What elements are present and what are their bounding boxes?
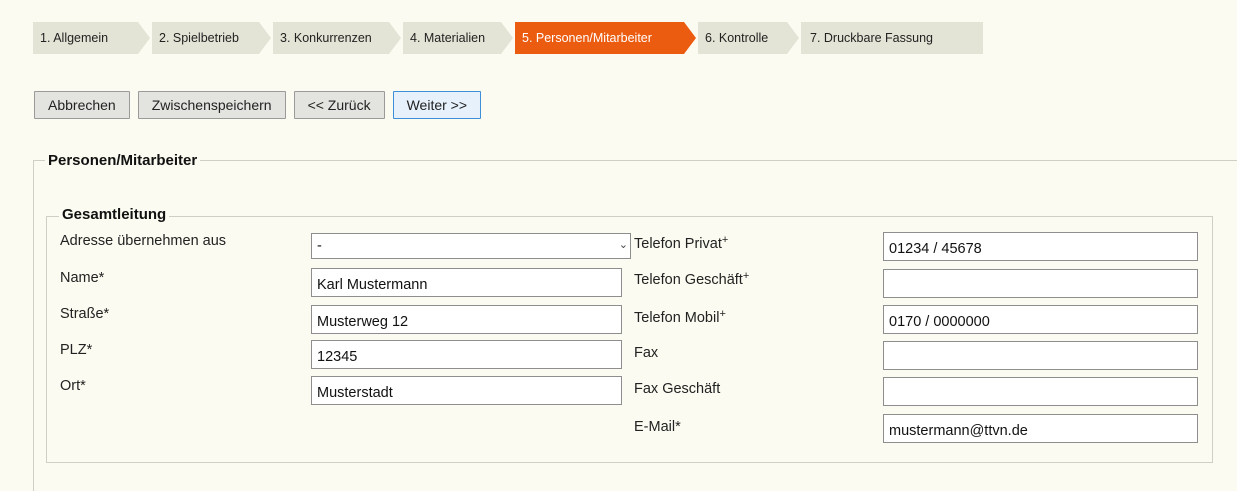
save-draft-button[interactable]: Zwischenspeichern xyxy=(137,91,286,119)
chevron-down-icon: ⌄ xyxy=(618,239,628,251)
step-kontrolle[interactable]: 6. Kontrolle xyxy=(698,22,799,54)
step-label: 4. Materialien xyxy=(410,31,486,45)
phone-mobile-label: Telefon Mobil+ xyxy=(634,308,726,327)
step-label: 1. Allgemein xyxy=(40,31,109,45)
step-personen-mitarbeiter[interactable]: 5. Personen/Mitarbeiter xyxy=(515,22,696,54)
plus-marker: + xyxy=(721,234,729,246)
street-label: Straße* xyxy=(60,306,110,322)
address-from-label: Adresse übernehmen aus xyxy=(60,233,227,249)
back-button[interactable]: << Zurück xyxy=(293,91,385,119)
zip-input[interactable] xyxy=(311,340,622,369)
email-input[interactable] xyxy=(883,414,1198,443)
phone-business-input[interactable] xyxy=(883,269,1198,298)
phone-business-label-text: Telefon Geschäft xyxy=(634,272,743,288)
fax-input[interactable] xyxy=(883,341,1198,370)
step-konkurrenzen[interactable]: 3. Konkurrenzen xyxy=(273,22,401,54)
phone-business-label: Telefon Geschäft+ xyxy=(634,270,750,289)
zip-label: PLZ* xyxy=(60,342,93,358)
phone-private-label: Telefon Privat+ xyxy=(634,234,729,253)
step-druckbare-fassung[interactable]: 7. Druckbare Fassung xyxy=(801,22,983,54)
step-materialien[interactable]: 4. Materialien xyxy=(403,22,513,54)
name-label: Name* xyxy=(60,270,105,286)
city-label: Ort* xyxy=(60,378,86,394)
fax-business-input[interactable] xyxy=(883,377,1198,406)
email-label: E-Mail* xyxy=(634,419,681,435)
step-label: 7. Druckbare Fassung xyxy=(810,31,933,45)
address-from-select[interactable]: - ⌄ xyxy=(311,233,631,259)
fax-business-label: Fax Geschäft xyxy=(634,381,721,397)
wizard-toolbar: Abbrechen Zwischenspeichern << Zurück We… xyxy=(34,91,482,119)
step-spielbetrieb[interactable]: 2. Spielbetrieb xyxy=(152,22,271,54)
address-from-value: - xyxy=(317,238,322,254)
cancel-button[interactable]: Abbrechen xyxy=(34,91,130,119)
fax-label: Fax xyxy=(634,345,659,361)
step-allgemein[interactable]: 1. Allgemein xyxy=(33,22,150,54)
step-label: 3. Konkurrenzen xyxy=(280,31,372,45)
wizard-page: 1. Allgemein 2. Spielbetrieb 3. Konkurre… xyxy=(0,0,1237,491)
wizard-steps: 1. Allgemein 2. Spielbetrieb 3. Konkurre… xyxy=(33,22,983,54)
step-label: 2. Spielbetrieb xyxy=(159,31,239,45)
street-input[interactable] xyxy=(311,305,622,334)
group-title: Gesamtleitung xyxy=(59,206,170,223)
phone-mobile-input[interactable] xyxy=(883,305,1198,334)
step-label: 5. Personen/Mitarbeiter xyxy=(522,31,652,45)
name-input[interactable] xyxy=(311,268,622,297)
phone-mobile-label-text: Telefon Mobil xyxy=(634,310,720,326)
plus-marker: + xyxy=(719,308,726,320)
city-input[interactable] xyxy=(311,376,622,405)
plus-marker: + xyxy=(742,270,750,282)
next-button[interactable]: Weiter >> xyxy=(392,91,482,119)
section-title: Personen/Mitarbeiter xyxy=(45,152,201,169)
phone-private-input[interactable] xyxy=(883,232,1198,261)
phone-private-label-text: Telefon Privat xyxy=(634,236,722,252)
step-label: 6. Kontrolle xyxy=(705,31,769,45)
